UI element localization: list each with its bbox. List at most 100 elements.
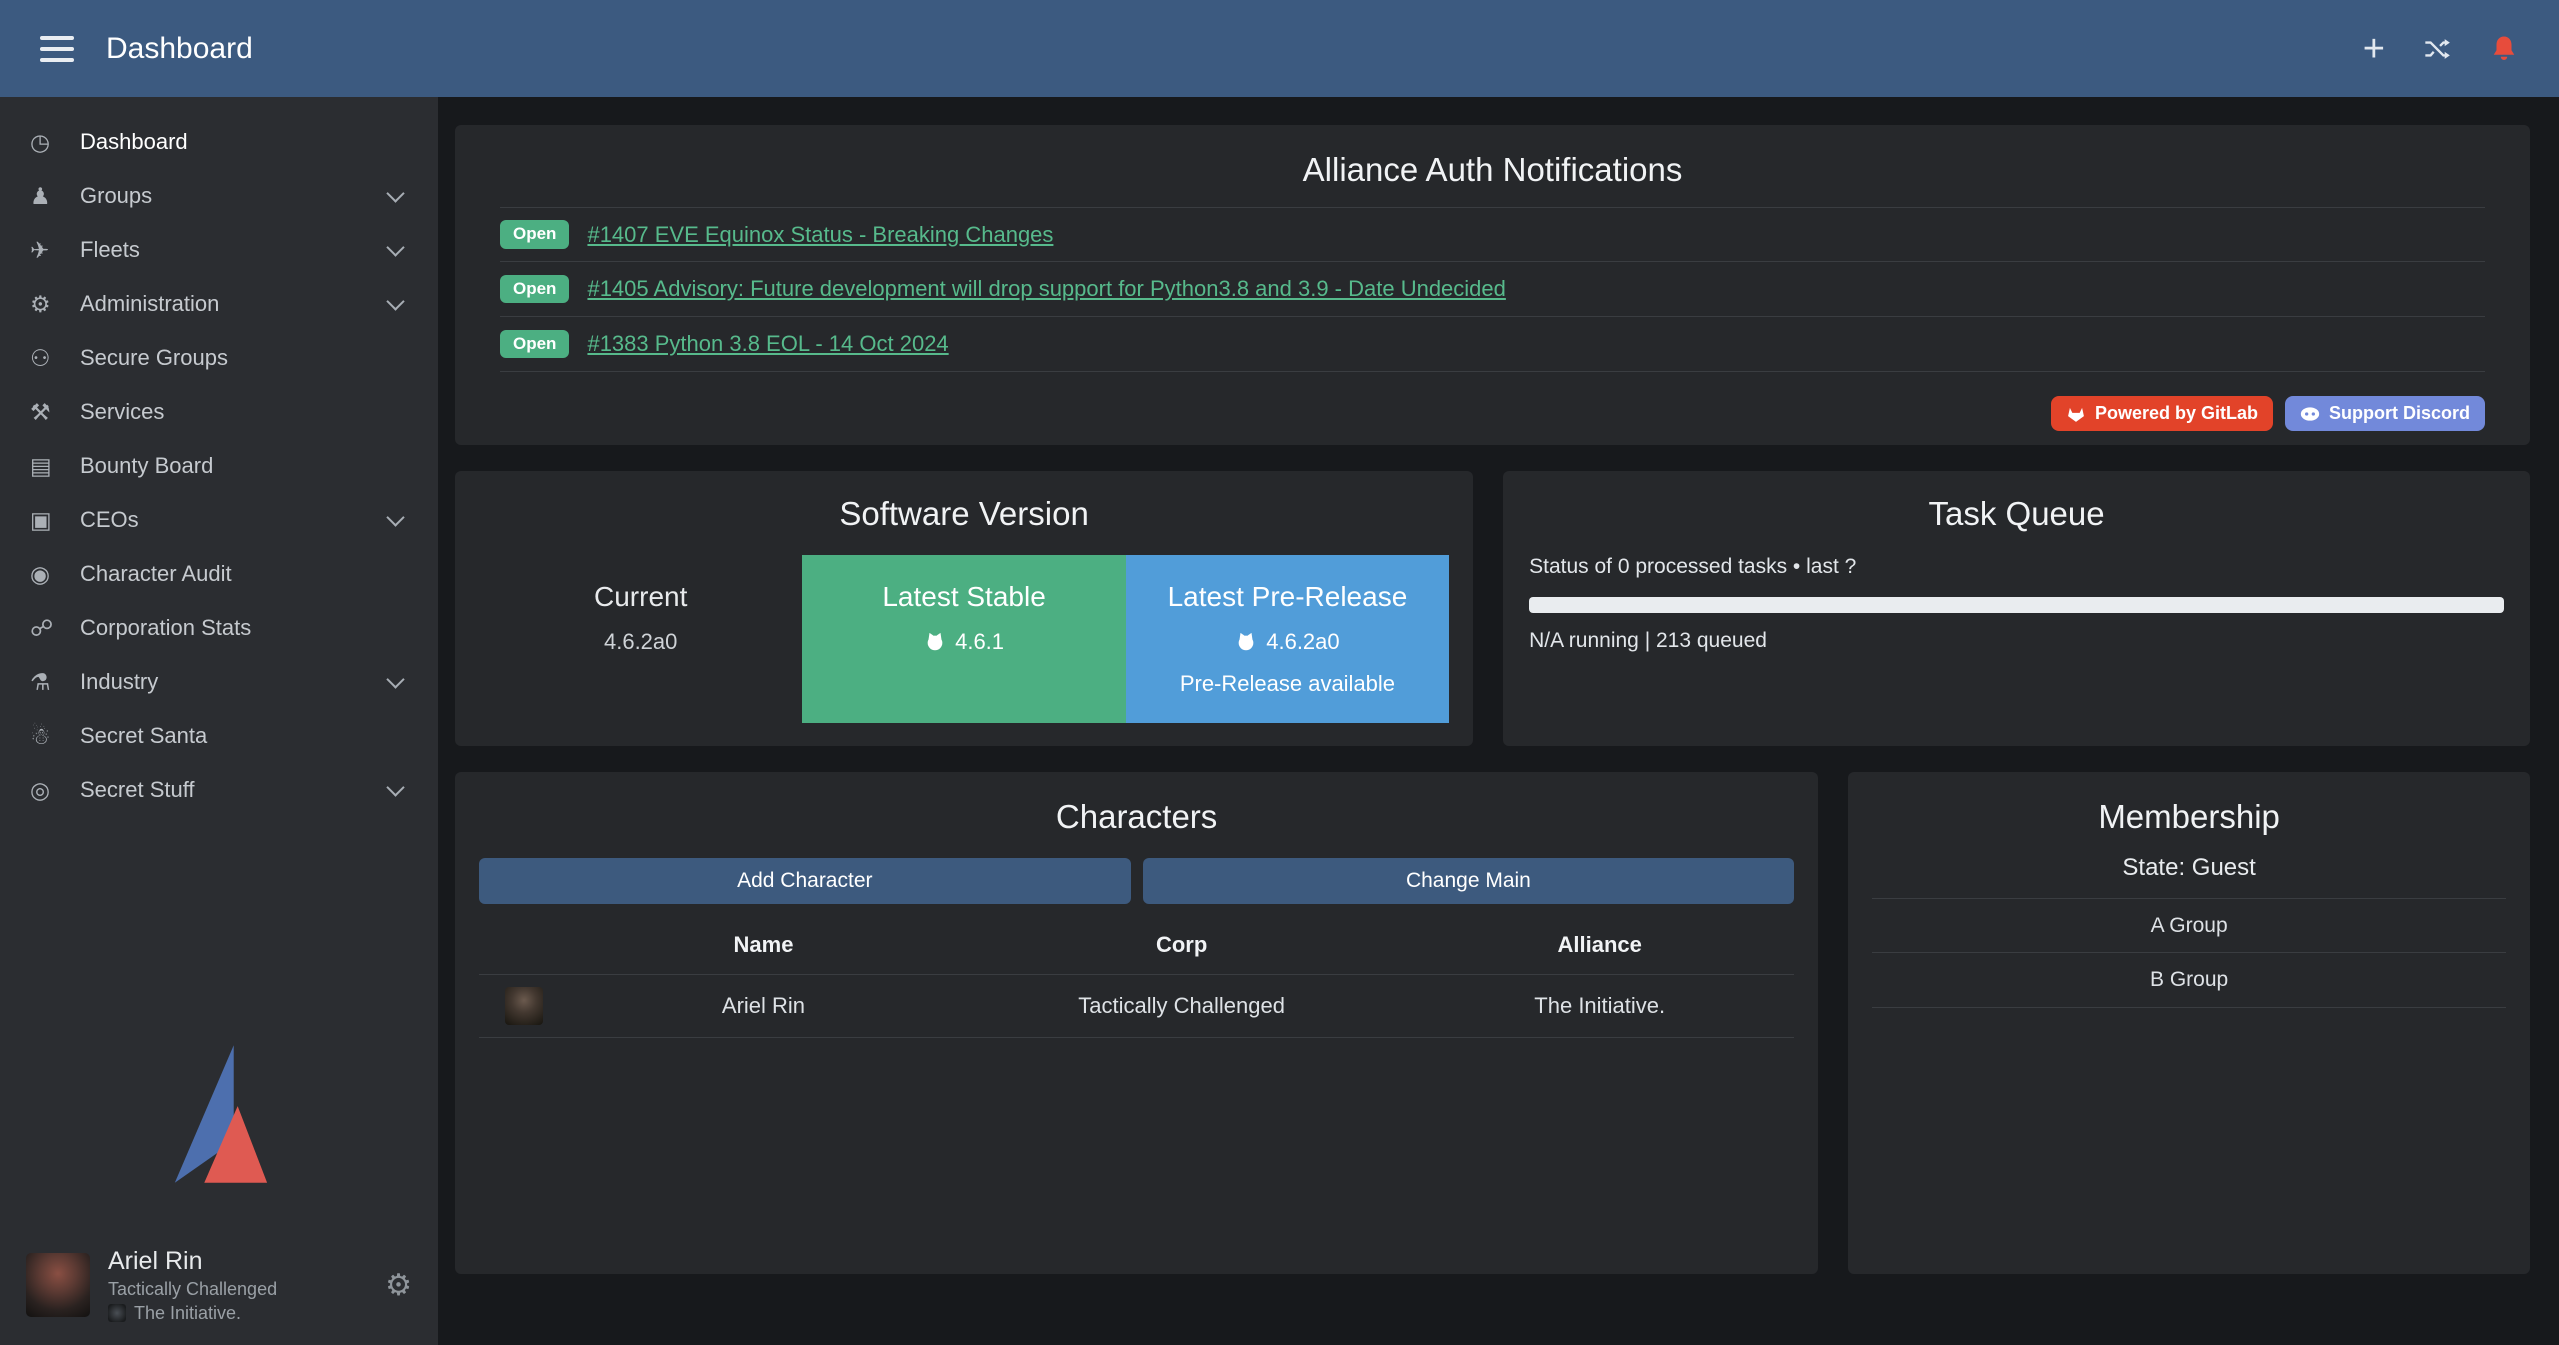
- chevron-down-icon: [386, 778, 404, 796]
- navbar-actions: +: [2363, 30, 2519, 68]
- group-list-item: A Group: [1872, 898, 2506, 953]
- main-content: Alliance Auth Notifications Open #1407 E…: [438, 97, 2559, 1345]
- version-box-latest-pre-release: Latest Pre-Release 4.6.2a0 Pre-Release a…: [1126, 555, 1449, 723]
- user-gear-icon: ⚙: [30, 291, 80, 318]
- task-queue-progress-bar: [1529, 597, 2504, 613]
- plane-icon: ✈: [30, 237, 80, 264]
- add-icon[interactable]: +: [2363, 30, 2385, 68]
- sidebar-item-industry[interactable]: ⚗ Industry: [0, 655, 438, 709]
- notification-row: Open #1383 Python 3.8 EOL - 14 Oct 2024: [500, 317, 2485, 372]
- version-box-latest-stable: Latest Stable 4.6.1: [802, 555, 1125, 723]
- sidebar: ◷ Dashboard ♟ Groups ✈ Fleets ⚙ Administ…: [0, 97, 438, 1345]
- chevron-down-icon: [386, 292, 404, 310]
- character-row: Ariel Rin Tactically Challenged The Init…: [479, 974, 1794, 1038]
- sidebar-item-corporation-stats[interactable]: ☍ Corporation Stats: [0, 601, 438, 655]
- add-character-button[interactable]: Add Character: [479, 858, 1131, 904]
- gitlab-badge[interactable]: Powered by GitLab: [2051, 396, 2273, 431]
- eye-icon: ◎: [30, 777, 80, 804]
- folder-icon: ▣: [30, 507, 80, 534]
- status-badge: Open: [500, 275, 569, 304]
- chevron-down-icon: [386, 670, 404, 688]
- membership-panel: Membership State: Guest A Group B Group: [1848, 772, 2530, 1274]
- group-list-item: B Group: [1872, 953, 2506, 1008]
- characters-panel: Characters Add Character Change Main Nam…: [455, 772, 1818, 1274]
- gitlab-icon: [2066, 404, 2086, 424]
- sidebar-nav: ◷ Dashboard ♟ Groups ✈ Fleets ⚙ Administ…: [0, 97, 438, 817]
- notification-link[interactable]: #1383 Python 3.8 EOL - 14 Oct 2024: [587, 331, 948, 357]
- user-avatar: [26, 1253, 90, 1317]
- characters-table: Name Corp Alliance Ariel Rin Tactically …: [479, 932, 1794, 1038]
- notifications-panel: Alliance Auth Notifications Open #1407 E…: [455, 125, 2530, 445]
- character-name: Ariel Rin: [569, 993, 958, 1019]
- industry-icon: ⚗: [30, 669, 80, 696]
- notification-link[interactable]: #1405 Advisory: Future development will …: [587, 276, 1505, 302]
- software-version-boxes: Current 4.6.2a0 Latest Stable 4.6.1: [479, 555, 1449, 723]
- status-badge: Open: [500, 220, 569, 249]
- footer-badges: Powered by GitLab Support Discord: [500, 396, 2485, 431]
- notification-row: Open #1407 EVE Equinox Status - Breaking…: [500, 207, 2485, 262]
- chevron-down-icon: [386, 238, 404, 256]
- user-alliance: The Initiative.: [134, 1303, 241, 1324]
- user-name: Ariel Rin: [108, 1247, 277, 1276]
- users-icon: ⚇: [30, 345, 80, 372]
- sidebar-item-secure-groups[interactable]: ⚇ Secure Groups: [0, 331, 438, 385]
- character-portrait: [505, 987, 543, 1025]
- share-nodes-icon: ☍: [30, 615, 80, 642]
- eye-icon: ◉: [30, 561, 80, 588]
- sidebar-item-character-audit[interactable]: ◉ Character Audit: [0, 547, 438, 601]
- notification-bell-icon[interactable]: [2489, 34, 2519, 64]
- sidebar-item-fleets[interactable]: ✈ Fleets: [0, 223, 438, 277]
- sidebar-item-administration[interactable]: ⚙ Administration: [0, 277, 438, 331]
- sidebar-item-secret-santa[interactable]: ☃ Secret Santa: [0, 709, 438, 763]
- github-icon: [1235, 631, 1257, 653]
- character-buttons: Add Character Change Main: [479, 858, 1794, 904]
- user-panel: Ariel Rin Tactically Challenged The Init…: [0, 1225, 438, 1345]
- column-alliance: Alliance: [1405, 932, 1794, 958]
- change-main-button[interactable]: Change Main: [1143, 858, 1795, 904]
- sidebar-item-bounty-board[interactable]: ▤ Bounty Board: [0, 439, 438, 493]
- user-corp: Tactically Challenged: [108, 1279, 277, 1300]
- software-version-panel: Software Version Current 4.6.2a0 Latest …: [455, 471, 1473, 746]
- top-navbar: Dashboard +: [0, 0, 2559, 97]
- task-queue-status: Status of 0 processed tasks • last ?: [1529, 555, 2504, 579]
- alliance-auth-logo: [0, 1045, 438, 1183]
- task-queue-panel: Task Queue Status of 0 processed tasks •…: [1503, 471, 2530, 746]
- user-alliance-row: The Initiative.: [108, 1303, 277, 1324]
- membership-groups: A Group B Group: [1872, 898, 2506, 1008]
- sidebar-item-services[interactable]: ⚒ Services: [0, 385, 438, 439]
- user-meta: Ariel Rin Tactically Challenged The Init…: [108, 1247, 277, 1324]
- hamburger-menu-icon[interactable]: [40, 36, 74, 62]
- board-icon: ▤: [30, 453, 80, 480]
- membership-title: Membership: [1872, 798, 2506, 836]
- chevron-down-icon: [386, 184, 404, 202]
- alliance-logo-icon: [108, 1304, 126, 1322]
- sidebar-item-dashboard[interactable]: ◷ Dashboard: [0, 115, 438, 169]
- discord-badge[interactable]: Support Discord: [2285, 396, 2485, 431]
- characters-title: Characters: [479, 798, 1794, 836]
- discord-icon: [2300, 404, 2320, 424]
- characters-table-header: Name Corp Alliance: [479, 932, 1794, 974]
- sidebar-item-groups[interactable]: ♟ Groups: [0, 169, 438, 223]
- notifications-title: Alliance Auth Notifications: [500, 151, 2485, 189]
- column-corp: Corp: [958, 932, 1405, 958]
- sidebar-item-ceos[interactable]: ▣ CEOs: [0, 493, 438, 547]
- notification-row: Open #1405 Advisory: Future development …: [500, 262, 2485, 317]
- character-corp: Tactically Challenged: [958, 993, 1405, 1019]
- chevron-down-icon: [386, 508, 404, 526]
- task-queue-summary: N/A running | 213 queued: [1529, 629, 2504, 653]
- tools-icon: ⚒: [30, 399, 80, 426]
- notification-link[interactable]: #1407 EVE Equinox Status - Breaking Chan…: [587, 222, 1053, 248]
- sidebar-item-secret-stuff[interactable]: ◎ Secret Stuff: [0, 763, 438, 817]
- gift-icon: ☃: [30, 723, 80, 750]
- shuffle-icon[interactable]: [2423, 35, 2451, 63]
- page-title: Dashboard: [106, 32, 253, 66]
- membership-state: State: Guest: [1872, 854, 2506, 882]
- notifications-list: Open #1407 EVE Equinox Status - Breaking…: [500, 207, 2485, 372]
- column-name: Name: [569, 932, 958, 958]
- gear-icon[interactable]: ⚙: [385, 1268, 412, 1303]
- status-badge: Open: [500, 330, 569, 359]
- character-alliance: The Initiative.: [1405, 993, 1794, 1019]
- software-version-title: Software Version: [479, 495, 1449, 533]
- user-icon: ♟: [30, 183, 80, 210]
- version-box-current: Current 4.6.2a0: [479, 555, 802, 723]
